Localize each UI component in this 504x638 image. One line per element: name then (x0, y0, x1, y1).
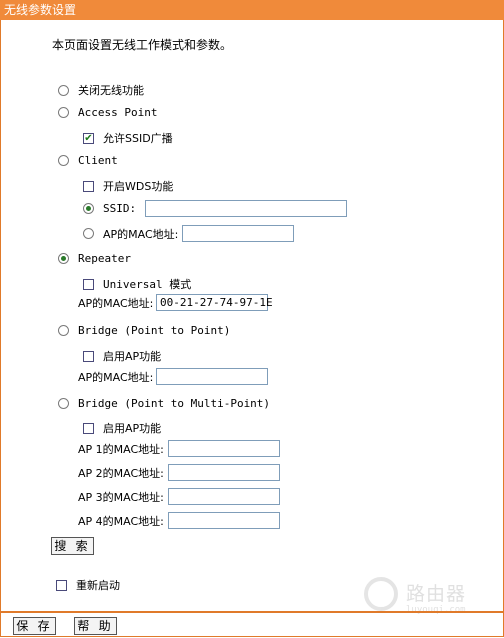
mode-bridge-p2p-row[interactable]: Bridge (Point to Point) (58, 324, 230, 337)
mode-repeater-row[interactable]: Repeater (58, 252, 131, 265)
bridge-p2mp-mac2-label: AP 2的MAC地址: (78, 466, 164, 480)
mode-off-label: 关闭无线功能 (78, 84, 144, 97)
repeater-mac-label: AP的MAC地址: (78, 296, 154, 310)
bridge-p2p-ap-row[interactable]: 启用AP功能 (83, 348, 161, 364)
mode-bridge-p2mp-row[interactable]: Bridge (Point to Multi-Point) (58, 397, 270, 410)
reboot-label: 重新启动 (76, 579, 120, 592)
bridge-p2mp-mac2-row: AP 2的MAC地址: (78, 464, 280, 481)
bridge-p2mp-mac4-row: AP 4的MAC地址: (78, 512, 280, 529)
mode-bridge-p2mp-radio[interactable] (58, 398, 69, 409)
client-wds-checkbox[interactable] (83, 180, 94, 192)
bridge-p2mp-mac2-input[interactable] (168, 464, 280, 481)
mode-ap-label: Access Point (78, 106, 158, 119)
bridge-p2mp-mac3-input[interactable] (168, 488, 280, 505)
bridge-p2mp-ap-row[interactable]: 启用AP功能 (83, 420, 161, 436)
bridge-p2p-mac-input[interactable] (156, 368, 268, 385)
bridge-p2p-ap-checkbox[interactable] (83, 350, 94, 362)
ssid-broadcast-checkbox[interactable]: ✔ (83, 132, 94, 144)
bridge-p2mp-mac1-label: AP 1的MAC地址: (78, 442, 164, 456)
save-button[interactable]: 保 存 (13, 617, 56, 635)
page-description: 本页面设置无线工作模式和参数。 (52, 38, 233, 52)
bridge-p2p-ap-label: 启用AP功能 (103, 350, 162, 363)
client-wds-row[interactable]: 开启WDS功能 (83, 178, 173, 194)
search-button[interactable]: 搜 索 (51, 537, 94, 555)
mode-off-row[interactable]: 关闭无线功能 (58, 82, 144, 98)
repeater-universal-checkbox[interactable] (83, 278, 94, 290)
client-wds-label: 开启WDS功能 (103, 180, 174, 193)
watermark-text: 路由器 (406, 583, 467, 605)
mode-bridge-p2p-radio[interactable] (58, 325, 69, 336)
bridge-p2mp-mac4-label: AP 4的MAC地址: (78, 514, 164, 528)
bridge-p2mp-mac3-label: AP 3的MAC地址: (78, 490, 164, 504)
bridge-p2mp-ap-checkbox[interactable] (83, 422, 94, 434)
mode-client-label: Client (78, 154, 118, 167)
footer-divider (0, 611, 504, 613)
client-ap-mac-label: AP的MAC地址: (103, 227, 179, 241)
bridge-p2mp-mac1-row: AP 1的MAC地址: (78, 440, 280, 457)
reboot-row[interactable]: 重新启动 (56, 577, 120, 593)
bridge-p2mp-mac4-input[interactable] (168, 512, 280, 529)
mode-bridge-p2mp-label: Bridge (Point to Multi-Point) (78, 397, 271, 410)
watermark-subtext: luyouqi.com (406, 605, 466, 615)
page-title: 无线参数设置 (0, 0, 504, 20)
mode-ap-row[interactable]: Access Point (58, 106, 157, 119)
help-button[interactable]: 帮 助 (74, 617, 117, 635)
repeater-mac-row: AP的MAC地址: 00-21-27-74-97-1E (78, 294, 273, 311)
bridge-p2p-mac-label: AP的MAC地址: (78, 370, 154, 384)
client-ap-mac-input[interactable] (182, 225, 294, 242)
watermark: 路由器 luyouqi.com (364, 575, 498, 621)
mode-bridge-p2p-label: Bridge (Point to Point) (78, 324, 231, 337)
bridge-p2mp-mac3-row: AP 3的MAC地址: (78, 488, 280, 505)
mode-client-row[interactable]: Client (58, 154, 118, 167)
repeater-mac-input[interactable]: 00-21-27-74-97-1E (156, 294, 273, 311)
bridge-p2p-mac-row: AP的MAC地址: (78, 368, 268, 385)
router-logo-icon (364, 577, 398, 611)
client-ssid-radio[interactable] (83, 203, 94, 214)
client-ssid-input[interactable] (145, 200, 347, 217)
repeater-universal-row[interactable]: Universal 模式 (83, 276, 191, 292)
reboot-checkbox[interactable] (56, 579, 67, 591)
mode-repeater-radio[interactable] (58, 253, 69, 264)
repeater-universal-label: Universal 模式 (103, 278, 192, 291)
mode-client-radio[interactable] (58, 155, 69, 166)
bridge-p2mp-mac1-input[interactable] (168, 440, 280, 457)
bridge-p2mp-ap-label: 启用AP功能 (103, 422, 162, 435)
mode-repeater-label: Repeater (78, 252, 131, 265)
client-ssid-row[interactable]: SSID: (83, 200, 347, 217)
client-ssid-label: SSID: (103, 202, 137, 215)
ssid-broadcast-row[interactable]: ✔ 允许SSID广播 (83, 130, 173, 146)
ssid-broadcast-label: 允许SSID广播 (103, 132, 173, 145)
mode-ap-radio[interactable] (58, 107, 69, 118)
mode-off-radio[interactable] (58, 84, 69, 96)
client-ap-mac-radio[interactable] (83, 228, 94, 239)
client-ap-mac-row[interactable]: AP的MAC地址: (83, 225, 294, 242)
